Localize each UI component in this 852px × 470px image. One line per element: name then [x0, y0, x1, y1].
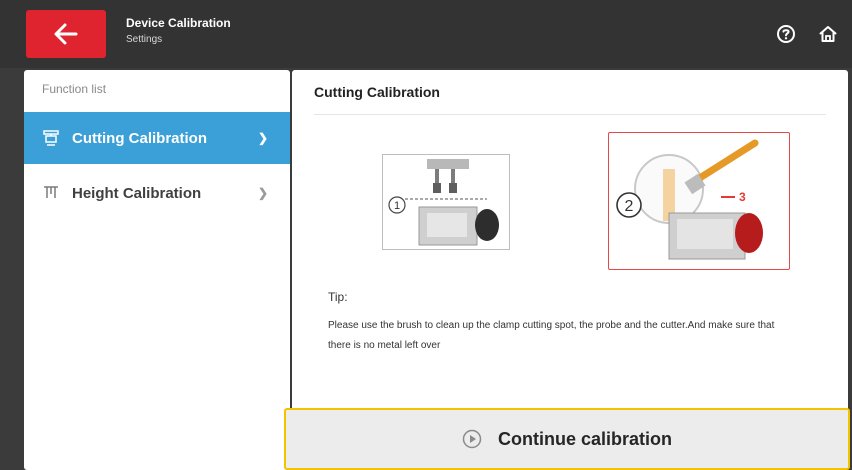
cutting-calibration-icon	[43, 130, 59, 146]
step-1-number: 1	[394, 200, 400, 212]
step-2-number: 2	[625, 198, 634, 215]
section-title: Cutting Calibration	[314, 84, 440, 100]
sidebar-item-label: Cutting Calibration	[72, 129, 207, 147]
tip-text: Please use the brush to clean up the cla…	[328, 320, 775, 351]
arrow-left-icon	[54, 23, 78, 45]
question-circle-icon[interactable]	[776, 24, 796, 44]
continue-calibration-button[interactable]: Continue calibration	[284, 408, 850, 470]
function-list-panel: Function list Cutting Calibration ❯ Heig…	[24, 70, 290, 470]
continue-button-label: Continue calibration	[497, 428, 672, 449]
sidebar-item-cutting-calibration[interactable]: Cutting Calibration ❯	[24, 112, 290, 164]
header-bar: Device Calibration Settings	[0, 0, 852, 68]
brush-cleaning-illustration: 3 2	[616, 139, 763, 260]
step-2-illustration: 3 2	[608, 132, 790, 270]
page-title: Device Calibration	[126, 16, 231, 30]
page-subtitle: Settings	[126, 34, 163, 45]
divider	[314, 114, 826, 115]
title-block: Device Calibration Settings	[126, 16, 231, 47]
chevron-right-icon: ❯	[258, 186, 269, 200]
height-calibration-icon	[44, 186, 58, 198]
probe-cutter-illustration: 1	[388, 159, 499, 246]
home-icon[interactable]	[818, 24, 838, 44]
play-circle-icon	[462, 429, 482, 449]
app-window: Device Calibration Settings Function lis…	[0, 0, 852, 470]
function-list-heading: Function list	[42, 82, 107, 96]
sidebar-item-height-calibration[interactable]: Height Calibration ❯	[24, 167, 290, 219]
sidebar-item-label: Height Calibration	[72, 184, 202, 202]
back-button[interactable]	[26, 10, 106, 58]
step-2-marker: 3	[739, 190, 746, 204]
tip-label: Tip:	[328, 290, 348, 304]
step-1-illustration: 1	[382, 154, 510, 250]
chevron-right-icon: ❯	[258, 131, 269, 145]
